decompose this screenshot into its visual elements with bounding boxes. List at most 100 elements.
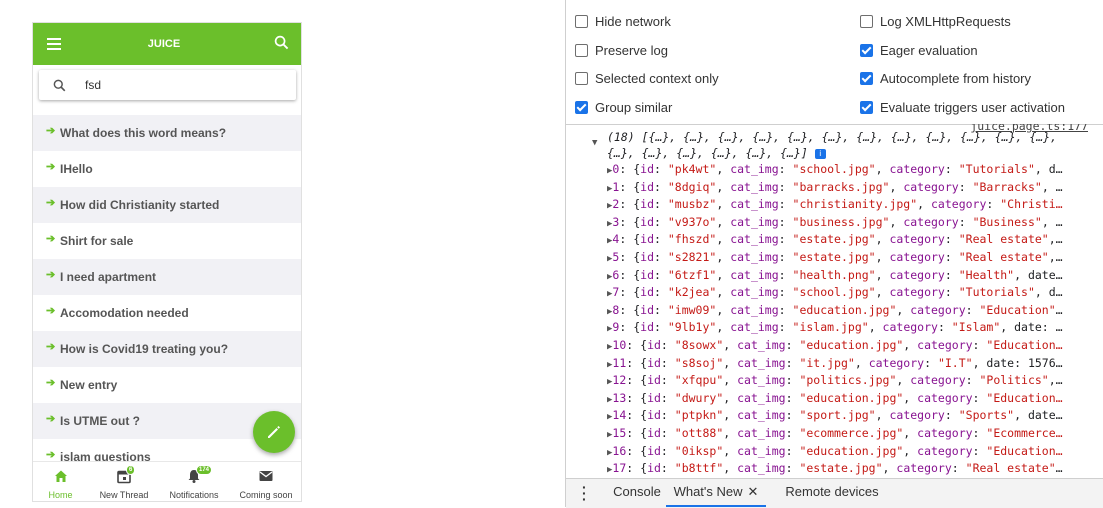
- entry-category: "Real estate": [958, 250, 1049, 264]
- array-entry[interactable]: ▶10: {id: "8sowx", cat_img: "education.j…: [607, 337, 1063, 354]
- info-icon[interactable]: i: [814, 148, 826, 159]
- compose-fab-button[interactable]: [253, 411, 295, 453]
- entry-index: 15: [612, 426, 627, 440]
- tab-label: Remote devices: [785, 484, 879, 499]
- entry-category: "Health": [958, 267, 1015, 282]
- array-entry[interactable]: ▶13: {id: "dwury", cat_img: "education.j…: [607, 390, 1063, 407]
- entry-index: 17: [612, 461, 627, 476]
- nav-new-thread-label: New Thread: [99, 490, 149, 500]
- entry-tail: , d…: [1034, 162, 1063, 176]
- bottom-navigation: Home 6 New Thread 174 Notifications Comi…: [33, 461, 301, 501]
- thread-list-item[interactable]: ➔ What does this word means?: [33, 115, 301, 151]
- nav-notifications[interactable]: 174 Notifications: [161, 462, 227, 501]
- array-summary-line[interactable]: ▼ (18) [{…}, {…}, {…}, {…}, {…}, {…}, {……: [592, 129, 1057, 148]
- array-entry[interactable]: ▶2: {id: "musbz", cat_img: "christianity…: [607, 196, 1063, 213]
- entry-category: "Education…: [986, 338, 1063, 352]
- array-entry[interactable]: ▶6: {id: "6tzf1", cat_img: "health.png",…: [607, 267, 1063, 284]
- checkbox[interactable]: [575, 15, 588, 28]
- checkbox[interactable]: [860, 72, 873, 85]
- array-entry[interactable]: ▶11: {id: "s8soj", cat_img: "it.jpg", ca…: [607, 355, 1063, 372]
- array-entry[interactable]: ▶15: {id: "ott88", cat_img: "ecommerce.j…: [607, 425, 1063, 442]
- setting-label: Preserve log: [595, 42, 668, 58]
- entry-category: "Business": [972, 214, 1042, 229]
- entry-index: 2: [612, 197, 620, 212]
- checkbox[interactable]: [575, 100, 588, 114]
- search-icon[interactable]: [274, 35, 289, 55]
- entry-cat-img: "school.jpg": [792, 285, 876, 300]
- nav-coming-soon[interactable]: Coming soon: [233, 462, 299, 501]
- entry-tail: , date: 1576…: [972, 355, 1063, 370]
- checkbox[interactable]: [860, 43, 873, 57]
- checkbox[interactable]: [860, 100, 873, 114]
- array-entry[interactable]: ▶9: {id: "9lb1y", cat_img: "islam.jpg", …: [607, 319, 1063, 336]
- entry-index: 1: [612, 179, 620, 194]
- checkbox[interactable]: [575, 72, 588, 85]
- entry-cat-img: "education.jpg": [799, 338, 904, 352]
- close-icon[interactable]: ✕: [748, 484, 759, 499]
- entry-id: "6tzf1": [667, 267, 717, 282]
- entry-index: 11: [612, 355, 627, 370]
- thread-list-item[interactable]: ➔ How did Christianity started: [33, 187, 301, 223]
- arrow-right-icon: ➔: [46, 305, 56, 317]
- entry-tail: ,…: [1048, 250, 1063, 264]
- thread-list-item[interactable]: ➔ IHello: [33, 151, 301, 187]
- setting-label: Log XMLHttpRequests: [880, 14, 1011, 29]
- app-bar: JUICE: [33, 23, 301, 65]
- array-entry[interactable]: ▶12: {id: "xfqpu", cat_img: "politics.jp…: [607, 372, 1063, 389]
- thread-list-item[interactable]: ➔ How is Covid19 treating you?: [33, 331, 301, 367]
- setting-label: Evaluate triggers user activation: [880, 99, 1065, 115]
- entry-index: 14: [612, 408, 627, 423]
- arrow-right-icon: ➔: [46, 233, 56, 245]
- thread-title: What does this word means?: [60, 126, 227, 140]
- tab-label: Console: [613, 484, 661, 499]
- console-output[interactable]: juice.page.ts:177 ▼ (18) [{…}, {…}, {…},…: [566, 124, 1103, 478]
- array-entry[interactable]: ▶0: {id: "pk4wt", cat_img: "school.jpg",…: [607, 161, 1063, 178]
- entry-id: "v937o": [667, 214, 717, 229]
- thread-list-item[interactable]: ➔ Accomodation needed: [33, 295, 301, 331]
- entry-cat-img: "education.jpg": [799, 390, 904, 405]
- entry-id: "9lb1y": [667, 320, 717, 335]
- search-bar[interactable]: fsd: [39, 70, 296, 100]
- entry-index: 8: [612, 302, 620, 317]
- array-entry[interactable]: ▶8: {id: "imw09", cat_img: "education.jp…: [607, 302, 1063, 319]
- drawer-tab-remote-devices[interactable]: Remote devices: [777, 479, 887, 507]
- array-entry[interactable]: ▶14: {id: "ptpkn", cat_img: "sport.jpg",…: [607, 407, 1063, 424]
- array-entry[interactable]: ▶17: {id: "b8ttf", cat_img: "estate.jpg"…: [607, 460, 1063, 477]
- entry-category: "I.T": [937, 355, 973, 370]
- entry-cat-img: "politics.jpg": [799, 373, 897, 388]
- array-entry[interactable]: ▶1: {id: "8dgiq", cat_img: "barracks.jpg…: [607, 179, 1063, 196]
- array-summary-cont: {…}, {…}, {…}, {…}, {…}, {…}]: [607, 146, 808, 160]
- notifications-badge: 174: [196, 465, 213, 475]
- more-menu-icon[interactable]: · · ·: [582, 480, 587, 506]
- array-entry[interactable]: ▶16: {id: "0iksp", cat_img: "education.j…: [607, 443, 1063, 460]
- arrow-right-icon: ➔: [46, 341, 56, 353]
- search-input[interactable]: fsd: [85, 78, 101, 92]
- setting-label: Group similar: [595, 99, 673, 115]
- array-entry[interactable]: ▶5: {id: "s2821", cat_img: "estate.jpg",…: [607, 249, 1063, 266]
- entry-id: "ptpkn": [674, 408, 724, 423]
- array-entry[interactable]: ▶4: {id: "fhszd", cat_img: "estate.jpg",…: [607, 231, 1063, 248]
- array-entry[interactable]: ▶7: {id: "k2jea", cat_img: "school.jpg",…: [607, 284, 1063, 301]
- drawer-tab-console[interactable]: Console: [608, 479, 666, 507]
- thread-list-item[interactable]: ➔ I need apartment: [33, 259, 301, 295]
- entry-cat-img: "christianity.jpg": [792, 197, 918, 212]
- entry-cat-img: "school.jpg": [792, 162, 876, 176]
- thread-title: Accomodation needed: [60, 306, 189, 320]
- thread-title: How is Covid19 treating you?: [60, 342, 229, 356]
- expand-triangle-icon[interactable]: ▼: [592, 135, 597, 152]
- entry-category: "Education…: [986, 390, 1063, 405]
- nav-home[interactable]: Home: [33, 462, 88, 501]
- entry-tail: …: [1055, 302, 1063, 317]
- checkbox[interactable]: [860, 15, 873, 28]
- thread-list-item[interactable]: ➔ New entry: [33, 367, 301, 403]
- drawer-tab-what-s-new[interactable]: What's New ✕: [666, 479, 766, 507]
- nav-new-thread[interactable]: 6 New Thread: [91, 462, 157, 501]
- tab-label: What's New: [673, 484, 743, 499]
- arrow-right-icon: ➔: [46, 125, 56, 137]
- arrow-right-icon: ➔: [46, 377, 56, 389]
- thread-list-item[interactable]: ➔ Shirt for sale: [33, 223, 301, 259]
- array-entry[interactable]: ▶3: {id: "v937o", cat_img: "business.jpg…: [607, 214, 1063, 231]
- new-thread-badge: 6: [126, 465, 136, 475]
- search-icon: [53, 79, 66, 97]
- checkbox[interactable]: [575, 43, 588, 57]
